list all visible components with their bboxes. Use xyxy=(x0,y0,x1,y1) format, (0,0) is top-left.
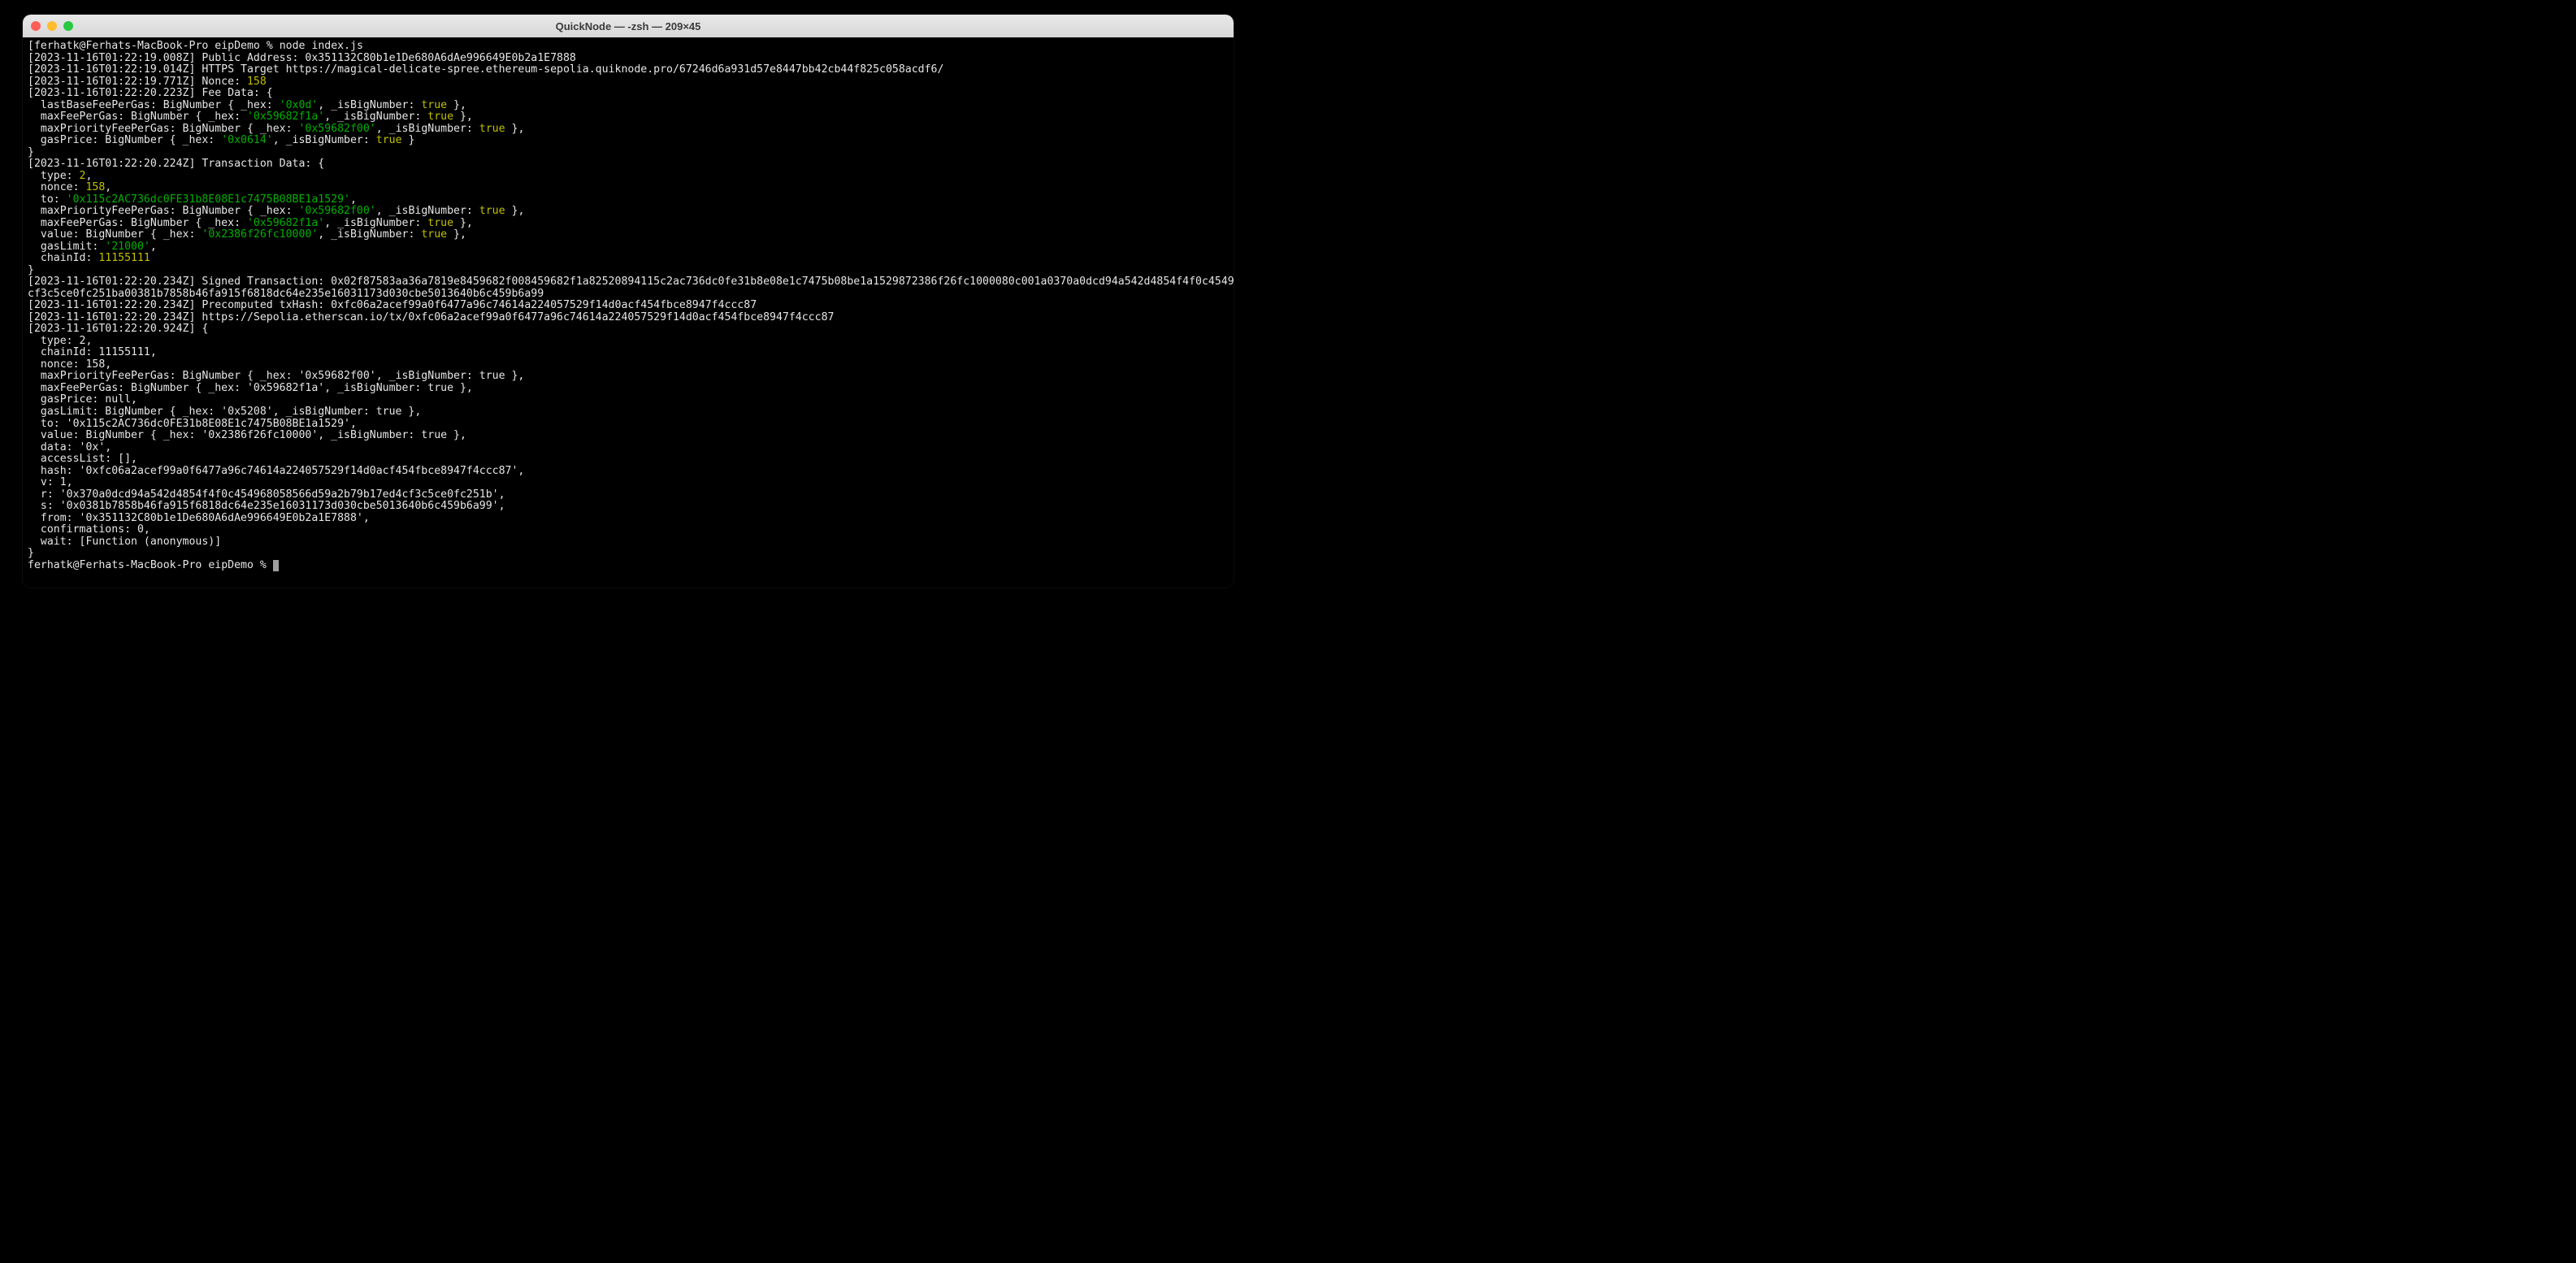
prompt-user-host: ferhatk@Ferhats-MacBook-Pro xyxy=(34,40,208,52)
log-line: [2023-11-16T01:22:19.014Z] HTTPS Target … xyxy=(28,63,943,76)
log-line: chainId: 11155111, xyxy=(28,346,157,358)
hex-string: '0x0614' xyxy=(221,134,273,146)
log-line: maxFeePerGas: BigNumber { _hex: xyxy=(28,217,247,229)
log-line: maxFeePerGas: BigNumber { _hex: '0x59682… xyxy=(28,382,473,394)
number-value: 158 xyxy=(85,181,105,193)
log-text: , _isBigNumber: xyxy=(324,217,427,229)
log-line: chainId: xyxy=(28,252,98,264)
log-line: [2023-11-16T01:22:19.008Z] Public Addres… xyxy=(28,52,576,64)
log-text: } xyxy=(402,134,415,146)
prompt-symbol: % xyxy=(260,559,267,571)
bool-value: true xyxy=(479,205,505,217)
log-line: hash: '0xfc06a2acef99a0f6477a96c74614a22… xyxy=(28,465,524,477)
hex-string: '0x0d' xyxy=(280,99,319,111)
nonce-value: 158 xyxy=(247,76,267,88)
log-line: type: xyxy=(28,170,80,182)
log-line: value: BigNumber { _hex: '0x2386f26fc100… xyxy=(28,429,466,441)
terminal-window: QuickNode — -zsh — 209×45 [ferhatk@Ferha… xyxy=(23,15,1234,588)
log-text: }, xyxy=(505,205,525,217)
log-line: value: BigNumber { _hex: xyxy=(28,228,202,241)
log-line: maxPriorityFeePerGas: BigNumber { _hex: xyxy=(28,123,298,135)
log-line: lastBaseFeePerGas: BigNumber { _hex: xyxy=(28,99,280,111)
hex-string: '0x59682f1a' xyxy=(247,111,324,123)
log-line: } xyxy=(28,146,34,158)
bool-value: true xyxy=(427,111,453,123)
window-title: QuickNode — -zsh — 209×45 xyxy=(23,20,1234,33)
log-line: to: '0x115c2AC736dc0FE31b8E08E1c7475B08B… xyxy=(28,418,357,430)
log-text: , xyxy=(350,193,357,206)
log-line: maxFeePerGas: BigNumber { _hex: xyxy=(28,111,247,123)
log-line: nonce: xyxy=(28,181,85,193)
log-text: }, xyxy=(447,99,466,111)
string-value: '21000' xyxy=(105,241,150,253)
log-line: gasLimit: BigNumber { _hex: '0x5208', _i… xyxy=(28,406,421,418)
log-text: , _isBigNumber: xyxy=(324,111,427,123)
hex-string: '0x59682f00' xyxy=(298,123,375,135)
command-text: node index.js xyxy=(280,40,363,52)
titlebar[interactable]: QuickNode — -zsh — 209×45 xyxy=(23,15,1234,37)
log-line: maxPriorityFeePerGas: BigNumber { _hex: … xyxy=(28,370,524,382)
log-line: r: '0x370a0dcd94a542d4854f4f0c4549680585… xyxy=(28,488,505,501)
hex-string: '0x59682f1a' xyxy=(247,217,324,229)
log-line: accessList: [], xyxy=(28,453,137,465)
log-text: }, xyxy=(447,228,466,241)
log-line: type: 2, xyxy=(28,335,92,347)
log-line: to: xyxy=(28,193,67,206)
log-line: } xyxy=(28,547,34,559)
address-string: '0x115c2AC736dc0FE31b8E08E1c7475B08BE1a1… xyxy=(67,193,350,206)
prompt-user-host: ferhatk@Ferhats-MacBook-Pro xyxy=(28,559,202,571)
cursor-icon xyxy=(273,560,279,571)
bool-value: true xyxy=(421,228,447,241)
prompt-symbol: % xyxy=(267,40,273,52)
hex-string: '0x2386f26fc10000' xyxy=(202,228,318,241)
log-line: confirmations: 0, xyxy=(28,523,150,536)
number-value: 11155111 xyxy=(98,252,150,264)
log-text: }, xyxy=(453,217,473,229)
prompt-cwd: eipDemo xyxy=(215,40,260,52)
log-text: , _isBigNumber: xyxy=(273,134,376,146)
log-line: } xyxy=(28,264,34,276)
log-line: gasPrice: BigNumber { _hex: xyxy=(28,134,221,146)
terminal-content[interactable]: [ferhatk@Ferhats-MacBook-Pro eipDemo % n… xyxy=(23,37,1234,588)
log-line: [2023-11-16T01:22:20.924Z] { xyxy=(28,323,208,335)
log-text: }, xyxy=(505,123,525,135)
log-line: nonce: 158, xyxy=(28,358,111,371)
log-line: [2023-11-16T01:22:19.771Z] Nonce: xyxy=(28,76,247,88)
log-text: }, xyxy=(453,111,473,123)
log-text: , xyxy=(105,181,111,193)
bool-value: true xyxy=(376,134,402,146)
log-line: cf3c5ce0fc251ba00381b7858b46fa915f6818dc… xyxy=(28,288,544,300)
log-line: gasPrice: null, xyxy=(28,393,137,406)
bool-value: true xyxy=(421,99,447,111)
log-line: gasLimit: xyxy=(28,241,105,253)
log-text: , _isBigNumber: xyxy=(318,228,421,241)
log-line: [2023-11-16T01:22:20.223Z] Fee Data: { xyxy=(28,87,273,99)
log-line: from: '0x351132C80b1e1De680A6dAe996649E0… xyxy=(28,512,370,524)
log-line: s: '0x0381b7858b46fa915f6818dc64e235e160… xyxy=(28,500,505,512)
log-line: [2023-11-16T01:22:20.234Z] https://Sepol… xyxy=(28,311,834,323)
log-line: data: '0x', xyxy=(28,441,111,454)
log-text: , xyxy=(150,241,157,253)
log-line: wait: [Function (anonymous)] xyxy=(28,536,221,548)
log-text: , _isBigNumber: xyxy=(376,205,479,217)
bool-value: true xyxy=(427,217,453,229)
log-line: [2023-11-16T01:22:20.224Z] Transaction D… xyxy=(28,158,324,170)
log-line: maxPriorityFeePerGas: BigNumber { _hex: xyxy=(28,205,298,217)
hex-string: '0x59682f00' xyxy=(298,205,375,217)
prompt-cwd: eipDemo xyxy=(208,559,254,571)
log-text: , xyxy=(85,170,92,182)
log-text: , _isBigNumber: xyxy=(318,99,421,111)
bool-value: true xyxy=(479,123,505,135)
log-line: [2023-11-16T01:22:20.234Z] Signed Transa… xyxy=(28,276,1234,288)
log-line: v: 1, xyxy=(28,476,73,488)
log-line: [2023-11-16T01:22:20.234Z] Precomputed t… xyxy=(28,299,757,311)
log-text: , _isBigNumber: xyxy=(376,123,479,135)
